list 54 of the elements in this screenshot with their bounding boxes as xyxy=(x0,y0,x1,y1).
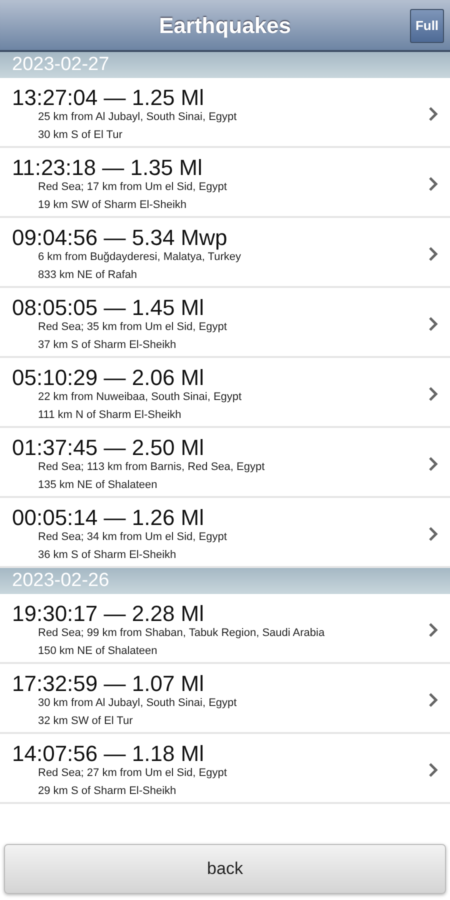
quake-location: Red Sea; 17 km from Um el Sid, Egypt xyxy=(38,180,228,194)
quake-location: Red Sea; 34 km from Um el Sid, Egypt xyxy=(38,530,228,544)
date-header: 2023-02-27 xyxy=(0,52,450,78)
quake-time-magnitude: 17:32:59 — 1.07 Ml xyxy=(12,672,206,696)
quake-location: 22 km from Nuweibaa, South Sinai, Egypt xyxy=(38,390,243,404)
quake-relative-location: 150 km NE of Shalateen xyxy=(38,644,158,658)
quake-location: 6 km from Buğdayderesi, Malatya, Turkey xyxy=(38,250,242,264)
quake-list-item[interactable]: 09:04:56 — 5.34 Mwp 6 km from Buğdayderesi, Malatya, Turkey 833 km NE of Rafah xyxy=(0,218,450,288)
quake-list-item[interactable]: 11:23:18 — 1.35 Ml Red Sea; 17 km from Um el Sid, Egypt 19 km SW of Sharm El-Sheikh xyxy=(0,148,450,218)
quake-relative-location: 37 km S of Sharm El-Sheikh xyxy=(38,338,178,352)
quake-time-magnitude: 05:10:29 — 2.06 Ml xyxy=(12,366,206,390)
full-button[interactable]: Full xyxy=(410,9,444,43)
quake-list-item[interactable]: 19:30:17 — 2.28 Ml Red Sea; 99 km from Shaban, Tabuk Region, Saudi Arabia 150 km NE of Shalateen xyxy=(0,594,450,664)
quake-relative-location: 19 km SW of Sharm El-Sheikh xyxy=(38,198,188,212)
chevron-right-icon xyxy=(428,106,438,122)
quake-list-item[interactable]: 08:05:05 — 1.45 Ml Red Sea; 35 km from Um el Sid, Egypt 37 km S of Sharm El-Sheikh xyxy=(0,288,450,358)
chevron-right-icon xyxy=(428,622,438,638)
quake-time-magnitude: 00:05:14 — 1.26 Ml xyxy=(12,506,206,530)
quake-relative-location: 30 km S of El Tur xyxy=(38,128,124,142)
quake-relative-location: 135 km NE of Shalateen xyxy=(38,478,158,492)
chevron-right-icon xyxy=(428,316,438,332)
chevron-right-icon xyxy=(428,246,438,262)
quake-time-magnitude: 14:07:56 — 1.18 Ml xyxy=(12,742,206,766)
quake-time-magnitude: 08:05:05 — 1.45 Ml xyxy=(12,296,206,320)
chevron-right-icon xyxy=(428,176,438,192)
chevron-right-icon xyxy=(428,386,438,402)
date-header: 2023-02-26 xyxy=(0,568,450,594)
quake-list-item[interactable]: 13:27:04 — 1.25 Ml 25 km from Al Jubayl, South Sinai, Egypt 30 km S of El Tur xyxy=(0,78,450,148)
quake-time-magnitude: 01:37:45 — 2.50 Ml xyxy=(12,436,206,460)
screen-title: Earthquakes xyxy=(158,12,292,40)
quake-location: 25 km from Al Jubayl, South Sinai, Egypt xyxy=(38,110,238,124)
quake-relative-location: 32 km SW of El Tur xyxy=(38,714,134,728)
quake-relative-location: 29 km S of Sharm El-Sheikh xyxy=(38,784,178,798)
quake-location: Red Sea; 27 km from Um el Sid, Egypt xyxy=(38,766,228,780)
chevron-right-icon xyxy=(428,692,438,708)
back-button[interactable]: back xyxy=(4,844,446,894)
quake-time-magnitude: 09:04:56 — 5.34 Mwp xyxy=(12,226,228,250)
quake-list-item[interactable]: 17:32:59 — 1.07 Ml 30 km from Al Jubayl, South Sinai, Egypt 32 km SW of El Tur xyxy=(0,664,450,734)
chevron-right-icon xyxy=(428,456,438,472)
quake-location: Red Sea; 99 km from Shaban, Tabuk Region, Saudi Arabia xyxy=(38,626,326,640)
chevron-right-icon xyxy=(428,762,438,778)
quake-location: Red Sea; 113 km from Barnis, Red Sea, Egypt xyxy=(38,460,266,474)
quake-list-item[interactable]: 05:10:29 — 2.06 Ml 22 km from Nuweibaa, South Sinai, Egypt 111 km N of Sharm El-Sheikh xyxy=(0,358,450,428)
quake-location: Red Sea; 35 km from Um el Sid, Egypt xyxy=(38,320,228,334)
quake-location: 30 km from Al Jubayl, South Sinai, Egypt xyxy=(38,696,238,710)
quake-time-magnitude: 11:23:18 — 1.35 Ml xyxy=(12,156,204,180)
quake-relative-location: 36 km S of Sharm El-Sheikh xyxy=(38,548,178,562)
quake-relative-location: 833 km NE of Rafah xyxy=(38,268,138,282)
quake-time-magnitude: 19:30:17 — 2.28 Ml xyxy=(12,602,206,626)
quake-relative-location: 111 km N of Sharm El-Sheikh xyxy=(38,408,182,422)
quake-list-item[interactable]: 14:07:56 — 1.18 Ml Red Sea; 27 km from Um el Sid, Egypt 29 km S of Sharm El-Sheikh xyxy=(0,734,450,804)
chevron-right-icon xyxy=(428,526,438,542)
quake-list-item[interactable]: 01:37:45 — 2.50 Ml Red Sea; 113 km from Barnis, Red Sea, Egypt 135 km NE of Shalateen xyxy=(0,428,450,498)
quake-time-magnitude: 13:27:04 — 1.25 Ml xyxy=(12,86,206,110)
